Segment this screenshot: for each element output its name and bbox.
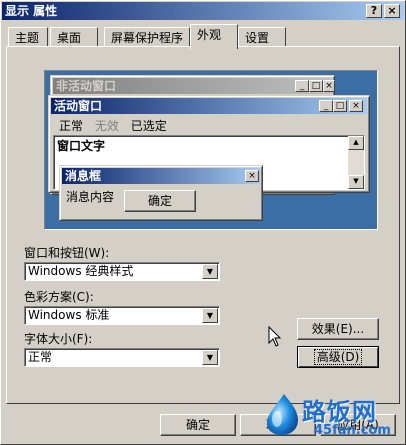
menu-disabled: 无效: [94, 119, 119, 133]
color-scheme-select[interactable]: Windows 标准 ▼: [24, 306, 220, 325]
water-drop-logo-icon: [267, 394, 298, 435]
tab-screensaver[interactable]: 屏幕保护程序: [104, 27, 190, 47]
scroll-down-icon: ▼: [348, 175, 364, 189]
chevron-down-icon[interactable]: ▼: [202, 264, 218, 279]
tab-label: 设置: [245, 31, 270, 45]
watermark: 路饭网 45fan.com: [262, 390, 406, 445]
scroll-up-icon: ▲: [348, 136, 364, 150]
msgbox-content: 消息内容: [66, 190, 115, 204]
tab-label: 主题: [15, 31, 40, 45]
windows-buttons-label: 窗口和按钮(W):: [24, 246, 110, 260]
menu-selected: 已选定: [130, 119, 167, 133]
help-button[interactable]: ?: [366, 4, 382, 18]
inactive-window-title: 非活动窗口: [56, 79, 117, 93]
tab-appearance[interactable]: 外观: [190, 24, 238, 49]
maximize-icon: □: [309, 80, 323, 92]
preview-menubar: 正常 无效 已选定: [59, 117, 167, 134]
minimize-icon: _: [295, 80, 309, 92]
msgbox-titlebar: 消息框: [62, 168, 260, 184]
preview-message-box: 消息框 × 消息内容 确定: [59, 165, 263, 221]
tab-themes[interactable]: 主题: [8, 27, 48, 47]
effects-button[interactable]: 效果(E)...: [297, 318, 379, 340]
font-size-select[interactable]: 正常 ▼: [24, 348, 220, 367]
close-icon: ×: [349, 100, 363, 112]
advanced-button[interactable]: 高级(D): [297, 346, 379, 368]
chevron-down-icon[interactable]: ▼: [202, 350, 218, 365]
close-icon: ×: [323, 80, 335, 92]
watermark-brand: 路饭网: [302, 398, 377, 426]
tab-label: 屏幕保护程序: [111, 31, 184, 45]
active-window-title: 活动窗口: [54, 99, 103, 113]
preview-scrollbar: ▲ ▼: [348, 136, 364, 189]
windows-buttons-select[interactable]: Windows 经典样式 ▼: [24, 262, 220, 281]
tab-label: 桌面: [57, 31, 82, 45]
window-text: 窗口文字: [57, 139, 106, 153]
watermark-site: 45fan.com: [314, 423, 391, 438]
maximize-icon: □: [333, 100, 347, 112]
minimize-icon: _: [319, 100, 333, 112]
tab-label: 外观: [197, 28, 222, 42]
window-title: 显示 属性: [5, 4, 58, 18]
tab-desktop[interactable]: 桌面: [50, 27, 98, 47]
msgbox-title: 消息框: [65, 169, 102, 183]
close-icon: ×: [387, 4, 397, 17]
chevron-down-icon[interactable]: ▼: [202, 308, 218, 323]
font-size-label: 字体大小(F):: [24, 332, 93, 346]
tab-settings[interactable]: 设置: [238, 27, 286, 47]
close-button[interactable]: ×: [384, 4, 400, 18]
msgbox-ok-button: 确定: [124, 190, 196, 212]
title-bar: 显示 属性: [2, 2, 404, 20]
menu-normal: 正常: [59, 119, 84, 133]
mouse-cursor-icon: [268, 326, 282, 347]
help-icon: ?: [370, 4, 378, 17]
appearance-preview: 非活动窗口 _ □ × 活动窗口 _ □ × 正常 无效 已选定 窗口文字 ▲ …: [44, 70, 378, 230]
color-scheme-label: 色彩方案(C):: [24, 290, 94, 304]
ok-button[interactable]: 确定: [160, 414, 236, 436]
close-icon: ×: [245, 170, 259, 182]
inactive-window-titlebar: 非活动窗口: [53, 78, 332, 94]
